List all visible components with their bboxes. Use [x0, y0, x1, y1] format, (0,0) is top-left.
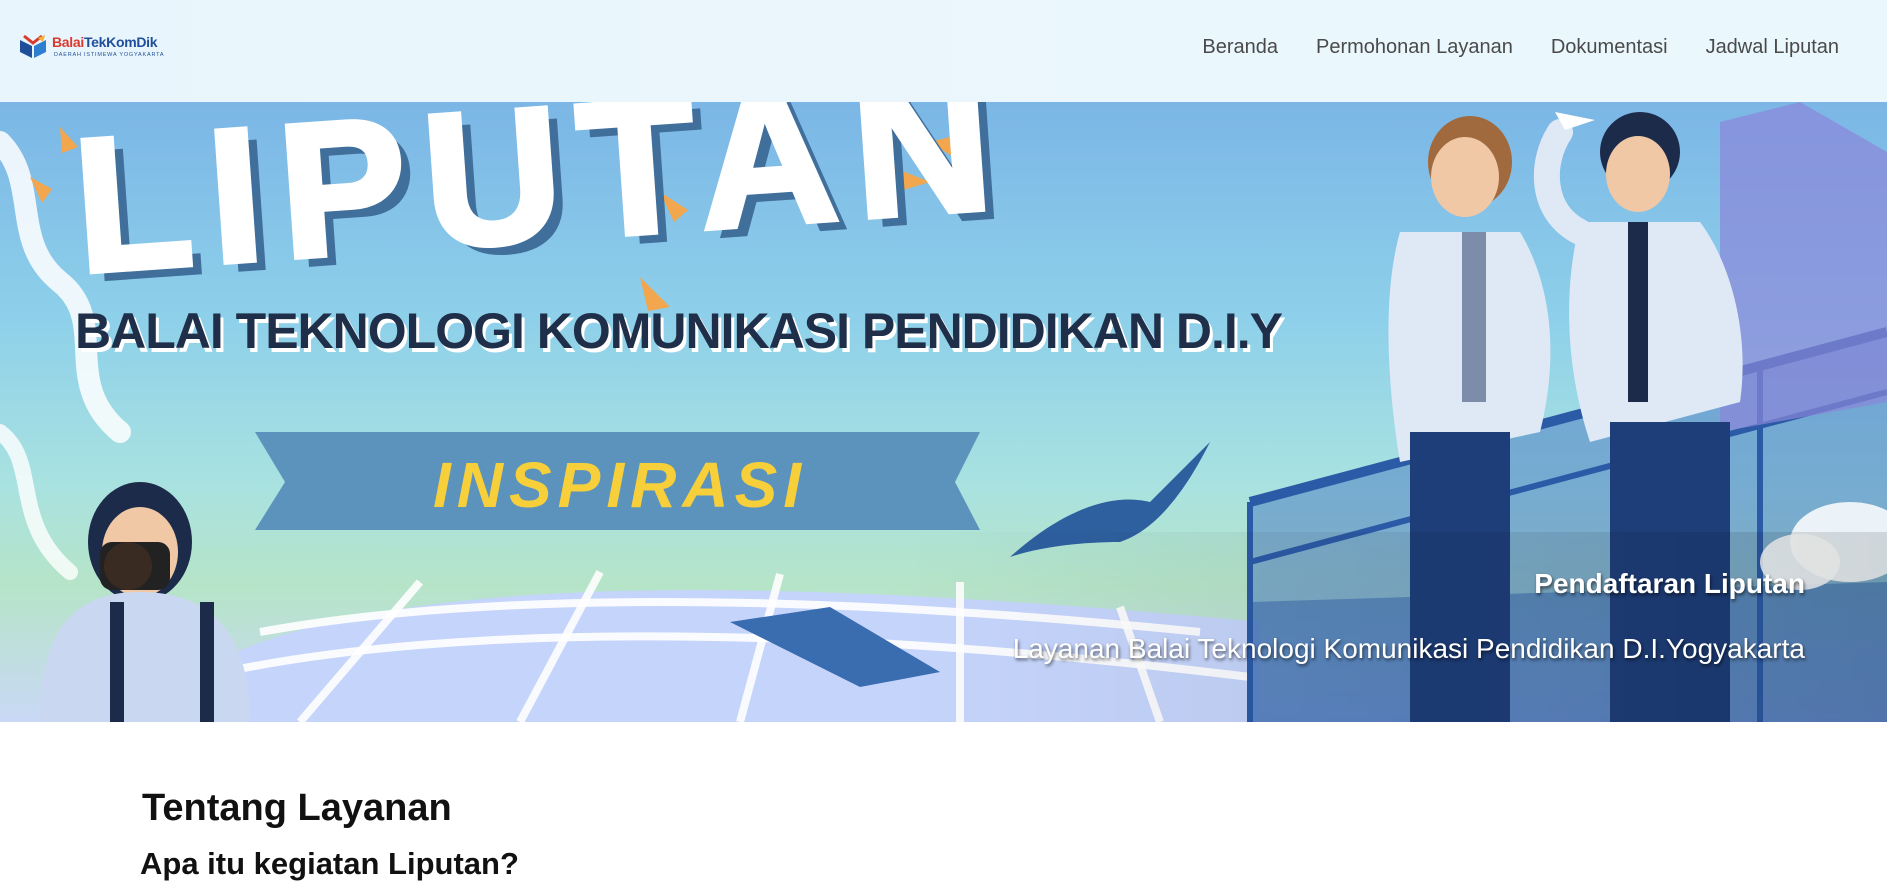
section-subtitle: Apa itu kegiatan Liputan? [140, 846, 519, 881]
logo-wordmark: BalaiTekKomDik [52, 34, 158, 50]
nav-link-jadwal-liputan[interactable]: Jadwal Liputan [1687, 35, 1839, 59]
navbar: BalaiTekKomDik DAERAH ISTIMEWA YOGYAKART… [0, 0, 1887, 102]
hero-caption-subtitle: Layanan Balai Teknologi Komunikasi Pendi… [1012, 633, 1805, 664]
hero-illustration: LIPUTAN LIPUTAN BALAI TEKNOLOGI KOMUNIKA… [0, 102, 1887, 722]
nav-link-dokumentasi[interactable]: Dokumentasi [1532, 35, 1687, 59]
logo-mark-icon [20, 34, 46, 58]
hero-banner: LIPUTAN LIPUTAN BALAI TEKNOLOGI KOMUNIKA… [0, 102, 1887, 722]
section-title: Tentang Layanan [142, 787, 452, 829]
nav-link-permohonan-layanan[interactable]: Permohonan Layanan [1297, 35, 1532, 59]
logo-wordmark-part1: Balai [52, 34, 84, 50]
logo-tagline: DAERAH ISTIMEWA YOGYAKARTA [54, 52, 165, 58]
nav-link-beranda[interactable]: Beranda [1183, 35, 1297, 59]
hero-caption-title: Pendaftaran Liputan [1534, 568, 1805, 599]
hero-org: BALAI TEKNOLOGI KOMUNIKASI PENDIDIKAN D.… [75, 303, 1283, 359]
main-nav: Beranda Permohonan Layanan Dokumentasi J… [1183, 35, 1839, 59]
logo-wordmark-part2: TekKomDik [83, 34, 158, 50]
hero-ribbon-text: INSPIRASI [433, 449, 807, 521]
site-logo[interactable]: BalaiTekKomDik DAERAH ISTIMEWA YOGYAKART… [18, 32, 178, 62]
